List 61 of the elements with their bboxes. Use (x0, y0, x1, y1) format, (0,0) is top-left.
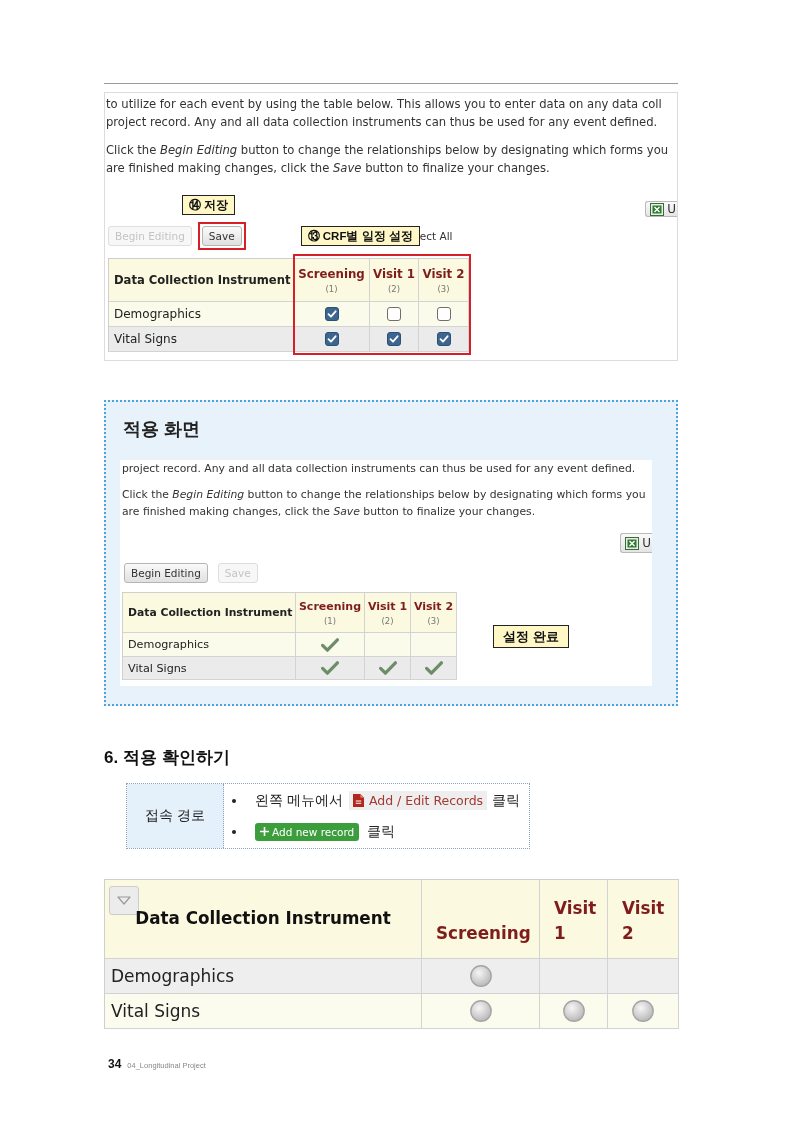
action-button[interactable]: Begin Editing (124, 563, 208, 583)
column-number: (2) (381, 615, 394, 626)
step-text: 클릭 (492, 791, 521, 810)
spreadsheet-button[interactable]: U (620, 533, 652, 553)
table-cell: Demographics (123, 633, 296, 657)
callout: ⑭ 저장 (182, 195, 236, 215)
action-button[interactable]: Save (201, 226, 242, 246)
table-cell: 접속 경로 (127, 784, 224, 848)
table-cell: Vital Signs (105, 994, 422, 1029)
spreadsheet-button[interactable]: U (645, 201, 677, 217)
check-icon (378, 661, 397, 675)
menu-link[interactable]: Add / Edit Records (348, 791, 488, 810)
paragraph: Click the Begin Editing button to change the relationships below by designating which forms you are finished making changes, click the Save button to finalize your changes. (122, 487, 646, 520)
column-header: Visit 2 (622, 897, 666, 945)
paragraph: to utilize for each event by using the table below. This allows you to enter data on any data coll project record. Any and all data collection instruments can thus be used for any event defined. (106, 96, 662, 131)
box-title: 적용 화면 (123, 418, 200, 440)
column-header: Visit 2 (413, 599, 454, 613)
section-heading: 6. 적용 확인하기 (104, 748, 230, 768)
table-cell: Vital Signs (123, 657, 296, 680)
column-header: Data Collection Instrument (135, 908, 391, 928)
check-icon (321, 661, 339, 675)
callout: ⑬ CRF별 일정 설정 (300, 226, 420, 246)
step-text: 클릭 (367, 822, 396, 841)
link[interactable]: ect All (419, 230, 453, 242)
column-header: Data Collection Instrument (113, 273, 291, 287)
column-header: Visit 2 (422, 266, 465, 281)
column-header: Visit 1 (554, 897, 598, 945)
page-number: 34 (108, 1057, 122, 1071)
triangle-icon (117, 896, 131, 905)
column-header: Screening (298, 599, 362, 613)
checkbox[interactable] (387, 307, 401, 321)
paragraph: project record. Any and all data collection instruments can thus be used for any event defined. (122, 461, 636, 477)
column-number: (1) (325, 283, 338, 294)
column-header: Screening (436, 922, 531, 945)
check-icon (424, 661, 443, 675)
table-cell: Vital Signs (109, 327, 294, 352)
column-header: Visit 1 (373, 266, 415, 281)
checkbox[interactable] (324, 307, 339, 321)
spreadsheet-icon (650, 202, 665, 216)
step-text: 왼쪽 메뉴에서 (255, 791, 343, 810)
checkbox[interactable] (324, 332, 339, 346)
check-icon (321, 637, 339, 652)
column-number: (3) (427, 615, 440, 626)
checkbox[interactable] (436, 332, 451, 346)
bullet-icon (232, 829, 236, 834)
checkbox[interactable] (387, 332, 401, 346)
callout: 설정 완료 (493, 624, 569, 648)
paragraph: Click the Begin Editing button to change the relationships below by designating which forms you are finished making changes, click the Save button to finalize your changes. (106, 142, 669, 177)
checkbox[interactable] (436, 307, 451, 321)
plus-icon (260, 827, 269, 836)
bullet-icon (232, 798, 236, 803)
table-cell: Demographics (105, 959, 422, 994)
column-header: Screening (298, 266, 365, 281)
table-cell: Demographics (109, 302, 294, 327)
column-number: (3) (437, 283, 450, 294)
document-icon (352, 794, 364, 807)
spreadsheet-icon (625, 536, 640, 550)
column-number: (1) (323, 615, 336, 626)
column-number: (2) (387, 283, 400, 294)
column-header: Data Collection Instrument (127, 606, 293, 619)
column-header: Visit 1 (367, 599, 408, 613)
